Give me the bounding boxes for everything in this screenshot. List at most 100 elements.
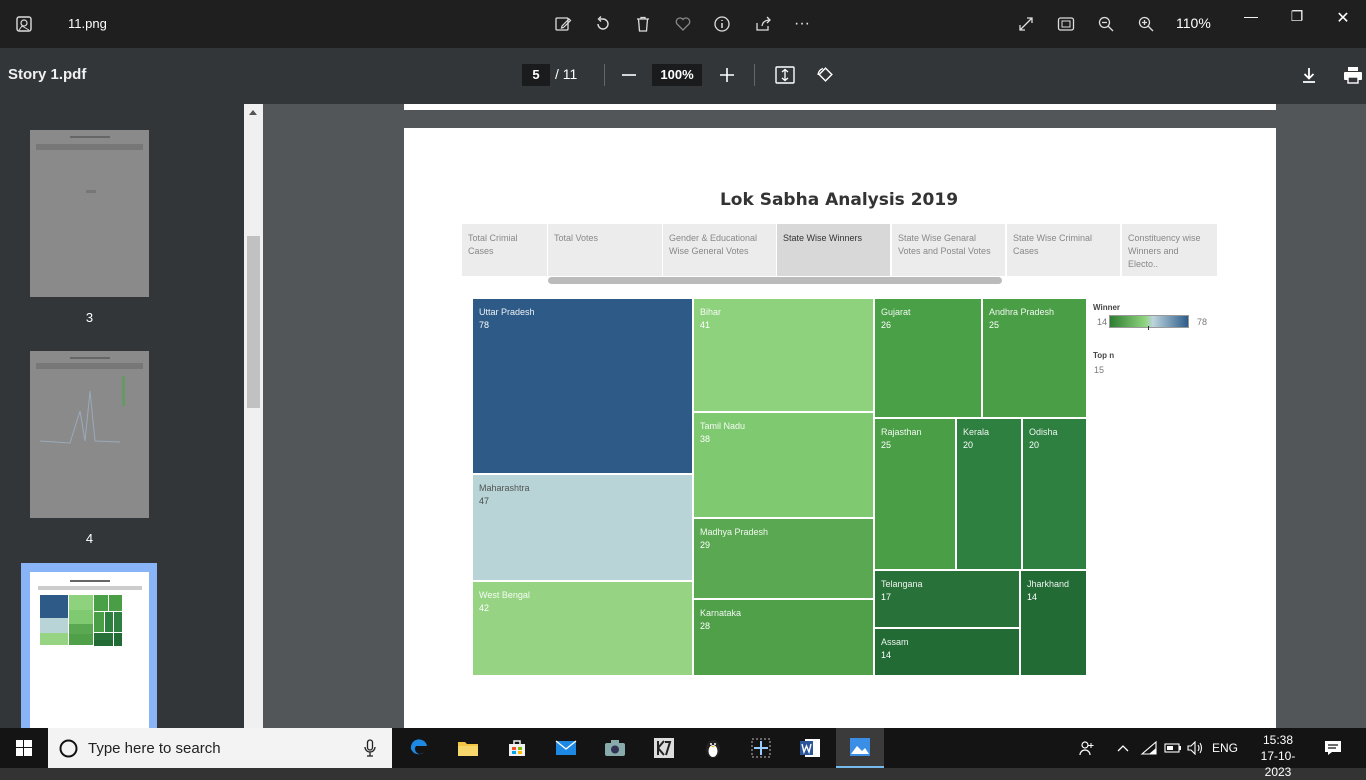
treemap-tile[interactable]: West Bengal 42: [472, 581, 693, 676]
treemap-tile[interactable]: Andhra Pradesh 25: [982, 298, 1087, 418]
treemap-tile-value: 14: [881, 650, 892, 660]
people-icon[interactable]: [1072, 734, 1102, 762]
microphone-icon[interactable]: [364, 739, 376, 762]
zoom-in-button[interactable]: [714, 62, 740, 88]
sidebar-scrollbar[interactable]: [244, 104, 263, 728]
treemap-tile-value: 25: [989, 320, 1000, 330]
treemap-tile[interactable]: Karnataka 28: [693, 599, 874, 676]
minimize-button[interactable]: —: [1236, 8, 1266, 28]
thumbnail-label: 3: [85, 310, 94, 325]
treemap-tile-value: 41: [700, 320, 711, 330]
tab-gender-educational[interactable]: Gender & Educational Wise General Votes: [663, 224, 777, 276]
pdf-page: Lok Sabha Analysis 2019 Total Crimial Ca…: [404, 128, 1276, 728]
treemap-tile-label: Telangana: [881, 579, 923, 589]
windows-start-icon[interactable]: [9, 734, 39, 762]
pdf-title: Story 1.pdf: [8, 66, 87, 83]
snipping-tool-icon[interactable]: [746, 734, 776, 762]
fit-page-icon[interactable]: [772, 62, 798, 88]
clock-date: 17-10-2023: [1260, 749, 1296, 779]
treemap-tile-label: Maharashtra: [479, 483, 530, 493]
edit-image-icon[interactable]: [551, 12, 575, 36]
treemap-tile[interactable]: Rajasthan 25: [874, 418, 956, 570]
more-options-icon[interactable]: ···: [790, 12, 814, 36]
camera-icon[interactable]: [600, 734, 630, 762]
cortana-circle-icon: [59, 739, 78, 763]
print-icon[interactable]: [1340, 62, 1366, 88]
treemap-tile[interactable]: Telangana 17: [874, 570, 1020, 628]
restore-button[interactable]: ❐: [1282, 8, 1312, 28]
fit-window-icon[interactable]: [1054, 12, 1078, 36]
zoom-in-icon[interactable]: [1134, 12, 1158, 36]
sidebar-scroll-thumb[interactable]: [247, 236, 260, 408]
volume-icon[interactable]: [1181, 734, 1211, 762]
page-total: / 11: [555, 66, 578, 82]
zoom-out-button[interactable]: [616, 62, 642, 88]
tab-total-votes[interactable]: Total Votes: [548, 224, 663, 276]
mail-icon[interactable]: [551, 734, 581, 762]
treemap-tile-value: 78: [479, 320, 490, 330]
kodi-app-icon[interactable]: [649, 734, 679, 762]
page-number-input[interactable]: 5: [522, 64, 550, 86]
zoom-input[interactable]: 100%: [652, 64, 702, 86]
zoom-level-readout[interactable]: 110%: [1176, 15, 1211, 31]
favorite-heart-icon[interactable]: [671, 12, 695, 36]
page-thumbnail-4[interactable]: [30, 351, 149, 518]
treemap-tile-value: 20: [963, 440, 974, 450]
treemap-tile[interactable]: Madhya Pradesh 29: [693, 518, 874, 599]
legend-max: 78: [1197, 317, 1208, 327]
treemap-tile-label: Tamil Nadu: [700, 421, 746, 431]
tab-state-wise-criminal[interactable]: State Wise Criminal Cases: [1007, 224, 1121, 276]
legend-title: Winner: [1093, 303, 1121, 312]
treemap-tile-value: 14: [1027, 592, 1038, 602]
tabs-scrollbar[interactable]: [548, 277, 1002, 284]
thumbnail-label: 4: [85, 531, 94, 546]
treemap-tile[interactable]: Odisha 20: [1022, 418, 1087, 570]
pdf-toolbar: Story 1.pdf 5 / 11 100%: [0, 48, 1366, 104]
treemap-tile[interactable]: Gujarat 26: [874, 298, 982, 418]
zoom-out-icon[interactable]: [1094, 12, 1118, 36]
page-thumbnail-5[interactable]: [30, 572, 149, 728]
app-title-bar: 11.png ··· 110% — ❐ ✕: [0, 0, 1366, 48]
treemap-tile[interactable]: Maharashtra 47: [472, 474, 693, 581]
input-language[interactable]: ENG: [1212, 741, 1238, 755]
delete-icon[interactable]: [631, 12, 655, 36]
scroll-up-arrow-icon[interactable]: [249, 110, 257, 115]
treemap-tile[interactable]: Jharkhand 14: [1020, 570, 1087, 676]
treemap-tile-label: Assam: [881, 637, 909, 647]
legend-color-scale: [1109, 315, 1189, 330]
word-icon[interactable]: [795, 734, 825, 762]
divider: [754, 64, 755, 86]
close-button[interactable]: ✕: [1328, 8, 1358, 28]
document-viewer[interactable]: Lok Sabha Analysis 2019 Total Crimial Ca…: [263, 104, 1366, 728]
tab-state-wise-winners[interactable]: State Wise Winners: [777, 224, 891, 276]
treemap-tile-label: Gujarat: [881, 307, 911, 317]
penguin-app-icon[interactable]: [698, 734, 728, 762]
page-thumbnail-3[interactable]: [30, 130, 149, 297]
share-icon[interactable]: [751, 12, 775, 36]
rotate-icon[interactable]: [591, 12, 615, 36]
tab-state-wise-general-postal[interactable]: State Wise Genaral Votes and Postal Vote…: [892, 224, 1006, 276]
treemap-tile-label: Rajasthan: [881, 427, 922, 437]
download-icon[interactable]: [1296, 62, 1322, 88]
previous-page-edge: [404, 104, 1276, 110]
treemap-tile[interactable]: Assam 14: [874, 628, 1020, 676]
photos-taskbar-button[interactable]: [836, 728, 884, 768]
expand-icon[interactable]: [1014, 12, 1038, 36]
taskbar-search-box[interactable]: Type here to search: [48, 728, 392, 768]
store-icon[interactable]: [502, 734, 532, 762]
rotate-page-icon[interactable]: [812, 62, 838, 88]
treemap-tile[interactable]: Uttar Pradesh 78: [472, 298, 693, 474]
topn-title: Top n: [1093, 351, 1115, 360]
system-clock[interactable]: 15:38 17-10-2023: [1248, 732, 1308, 780]
info-icon[interactable]: [710, 12, 734, 36]
notifications-icon[interactable]: [1318, 734, 1348, 762]
treemap-tile-value: 17: [881, 592, 892, 602]
treemap-tile-value: 29: [700, 540, 711, 550]
file-explorer-icon[interactable]: [453, 734, 483, 762]
edge-browser-icon[interactable]: [404, 734, 434, 762]
treemap-tile[interactable]: Tamil Nadu 38: [693, 412, 874, 518]
treemap-tile[interactable]: Kerala 20: [956, 418, 1022, 570]
tab-total-criminal-cases[interactable]: Total Crimial Cases: [462, 224, 548, 276]
tab-constituency-winners[interactable]: Constituency wise Winners and Electo..: [1122, 224, 1218, 276]
treemap-tile[interactable]: Bihar 41: [693, 298, 874, 412]
